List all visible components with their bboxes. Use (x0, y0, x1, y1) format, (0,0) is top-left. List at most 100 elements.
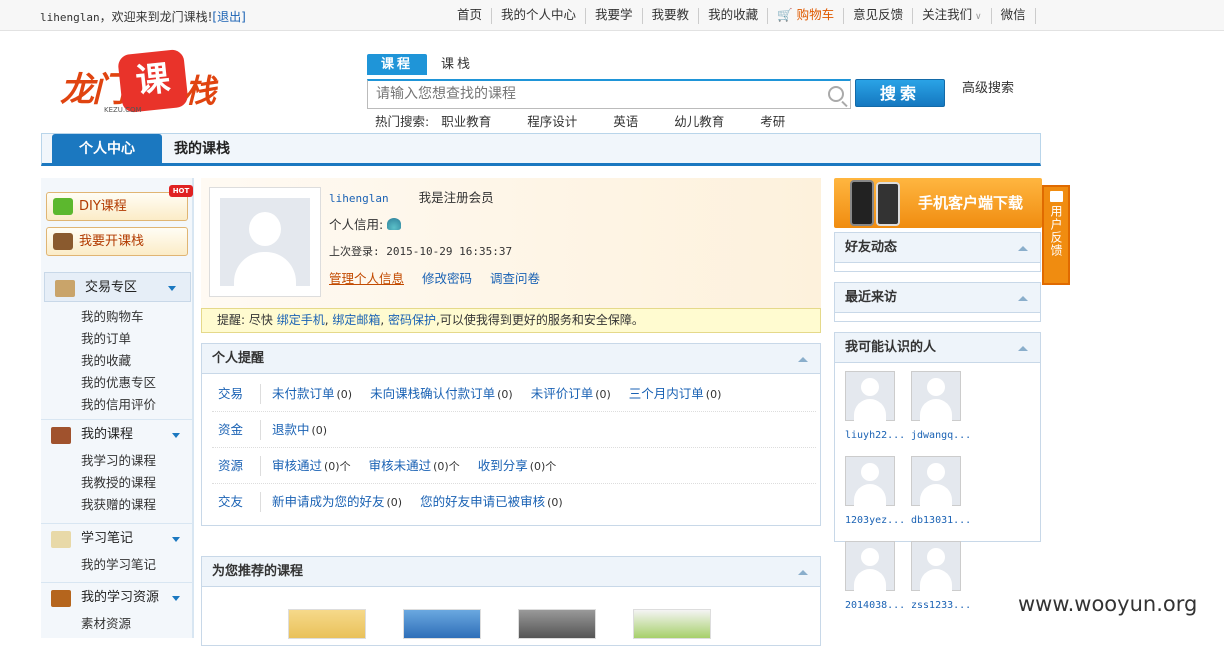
hot-searches: 热门搜索: 职业教育 程序设计 英语 幼儿教育 考研 (375, 111, 785, 130)
sidebar-item-orders[interactable]: 我的订单 (81, 328, 194, 350)
site-logo[interactable]: 龙门 课 栈 KEZU.COM (58, 48, 238, 118)
nav-favorites[interactable]: 我的收藏 (699, 8, 769, 24)
course-thumbnail[interactable] (633, 609, 711, 639)
hot-search-item[interactable]: 程序设计 (527, 111, 577, 130)
reminder-row-trade: 交易 未付款订单 (0) 未向课栈确认付款订单 (0) 未评价订单 (0) 三个月内订… (212, 376, 816, 412)
bind-email-link[interactable]: 绑定邮箱 (332, 313, 380, 327)
friend-approved-link[interactable]: 您的好友申请已被审核 (420, 494, 545, 509)
sidebar-group-trade: 交易专区 我的购物车 我的订单 我的收藏 我的优惠专区 我的信用评价 (41, 272, 194, 416)
panel-title: 个人提醒 (202, 344, 820, 374)
refunding-link[interactable]: 退款中 (272, 422, 310, 437)
sidebar-group-courses: 我的课程 我学习的课程 我教授的课程 我获赠的课程 (41, 419, 194, 516)
last-login: 上次登录: 2015-10-29 16:35:37 (329, 245, 513, 258)
collapse-icon[interactable] (1018, 296, 1028, 301)
search-tab-kezhan[interactable]: 课栈 (427, 54, 487, 75)
user-feedback-tab[interactable]: 用户反馈 (1042, 185, 1070, 285)
course-thumbnail[interactable] (518, 609, 596, 639)
rejected-link[interactable]: 审核未通过 (369, 458, 432, 473)
sidebar-item-credit[interactable]: 我的信用评价 (81, 394, 194, 416)
search-button[interactable]: 搜索 (855, 79, 945, 107)
nav-home[interactable]: 首页 (448, 8, 493, 24)
advanced-search-link[interactable]: 高级搜索 (962, 77, 1014, 96)
hot-search-item[interactable]: 考研 (760, 111, 785, 130)
hot-search-item[interactable]: 英语 (613, 111, 638, 130)
cart-icon: 🛒 (777, 7, 797, 22)
collapse-icon[interactable] (798, 357, 808, 362)
bind-phone-link[interactable]: 绑定手机 (277, 313, 325, 327)
logout-link[interactable]: [退出] (212, 10, 245, 24)
nav-follow-us[interactable]: 关注我们 ∨ (913, 8, 992, 24)
tab-personal-center[interactable]: 个人中心 (52, 134, 162, 164)
sidebar-item-favorites[interactable]: 我的收藏 (81, 350, 194, 372)
welcome-text: lihenglan，欢迎来到龙门课栈![退出] (40, 10, 246, 24)
manage-info-link[interactable]: 管理个人信息 (329, 271, 404, 286)
search-icon[interactable] (828, 86, 844, 102)
recent-visitors-panel: 最近来访 (834, 282, 1041, 322)
avatar (911, 456, 961, 506)
avatar[interactable] (209, 187, 321, 297)
phone-icon (850, 180, 874, 226)
search-input[interactable] (368, 81, 808, 107)
sidebar-item-learning[interactable]: 我学习的课程 (81, 450, 194, 472)
top-username: lihenglan (40, 11, 100, 24)
suggested-person[interactable]: zss1233... (911, 541, 977, 626)
search-tab-courses[interactable]: 课程 (367, 54, 427, 75)
recent-orders-link[interactable]: 三个月内订单 (629, 386, 704, 401)
mobile-app-banner[interactable]: 手机客户端下载 (834, 178, 1042, 228)
profile-username[interactable]: lihenglan (329, 192, 389, 205)
unrated-orders-link[interactable]: 未评价订单 (531, 386, 594, 401)
watermark: www.wooyun.org (1018, 592, 1198, 616)
member-level: 我是注册会员 (418, 190, 494, 205)
personal-reminders-panel: 个人提醒 交易 未付款订单 (0) 未向课栈确认付款订单 (0) 未评价订单 (0) … (201, 343, 821, 526)
panel-title: 为您推荐的课程 (202, 557, 820, 587)
sidebar-group-notes: 学习笔记 我的学习笔记 (41, 523, 194, 576)
collapse-icon[interactable] (798, 570, 808, 575)
credit-label: 个人信用: (329, 217, 384, 232)
friend-requests-link[interactable]: 新申请成为您的好友 (272, 494, 385, 509)
suggested-person[interactable]: 2014038... (845, 541, 911, 626)
diy-course-button[interactable]: DIY课程 HOT (46, 185, 193, 221)
shell-icon (387, 218, 402, 230)
nav-learn[interactable]: 我要学 (586, 8, 643, 24)
reminder-row-resources: 资源 审核通过 (0)个 审核未通过 (0)个 收到分享 (0)个 (212, 448, 816, 484)
main-nav: 个人中心 我的课栈 (41, 133, 1041, 166)
sidebar-head-courses[interactable]: 我的课程 (41, 420, 194, 450)
approved-link[interactable]: 审核通过 (272, 458, 322, 473)
suggested-person[interactable]: db13031... (911, 456, 977, 541)
tab-my-kezhan[interactable]: 我的课栈 (172, 134, 232, 164)
course-thumbnail[interactable] (288, 609, 366, 639)
sidebar-head-trade[interactable]: 交易专区 (44, 272, 191, 302)
sidebar-item-my-notes[interactable]: 我的学习笔记 (81, 554, 194, 576)
hot-search-item[interactable]: 幼儿教育 (674, 111, 724, 130)
suggested-person[interactable]: 1203yez... (845, 456, 911, 541)
sidebar-item-coupons[interactable]: 我的优惠专区 (81, 372, 194, 394)
open-kezhan-button[interactable]: 我要开课栈 (46, 227, 188, 256)
sidebar-item-gifted[interactable]: 我获赠的课程 (81, 494, 194, 516)
collapse-icon[interactable] (1018, 346, 1028, 351)
received-shares-link[interactable]: 收到分享 (478, 458, 528, 473)
nav-feedback[interactable]: 意见反馈 (844, 8, 914, 24)
recommended-courses-panel: 为您推荐的课程 (201, 556, 821, 646)
sidebar-item-teaching[interactable]: 我教授的课程 (81, 472, 194, 494)
survey-link[interactable]: 调查问卷 (490, 271, 540, 286)
nav-wechat[interactable]: 微信 (992, 8, 1036, 24)
password-protect-link[interactable]: 密码保护 (388, 313, 436, 327)
nav-cart[interactable]: 🛒 购物车 (768, 7, 845, 24)
unconfirmed-orders-link[interactable]: 未向课栈确认付款订单 (370, 386, 495, 401)
left-sidebar: DIY课程 HOT 我要开课栈 交易专区 我的购物车 我的订单 我的收藏 我的优… (41, 178, 194, 638)
sidebar-head-resources[interactable]: 我的学习资源 (41, 583, 194, 613)
nav-my-center[interactable]: 我的个人中心 (492, 8, 587, 24)
sidebar-head-notes[interactable]: 学习笔记 (41, 524, 194, 554)
collapse-icon[interactable] (1018, 246, 1028, 251)
suggested-person[interactable]: jdwangq... (911, 371, 977, 456)
sidebar-group-resources: 我的学习资源 素材资源 (41, 582, 194, 635)
course-thumbnail[interactable] (403, 609, 481, 639)
sidebar-item-cart[interactable]: 我的购物车 (81, 306, 194, 328)
suggested-person[interactable]: liuyh22... (845, 371, 911, 456)
hot-search-item[interactable]: 职业教育 (441, 111, 491, 130)
nav-teach[interactable]: 我要教 (643, 8, 700, 24)
unpaid-orders-link[interactable]: 未付款订单 (272, 386, 335, 401)
notepad-icon (51, 531, 71, 548)
change-password-link[interactable]: 修改密码 (422, 271, 472, 286)
avatar (845, 371, 895, 421)
